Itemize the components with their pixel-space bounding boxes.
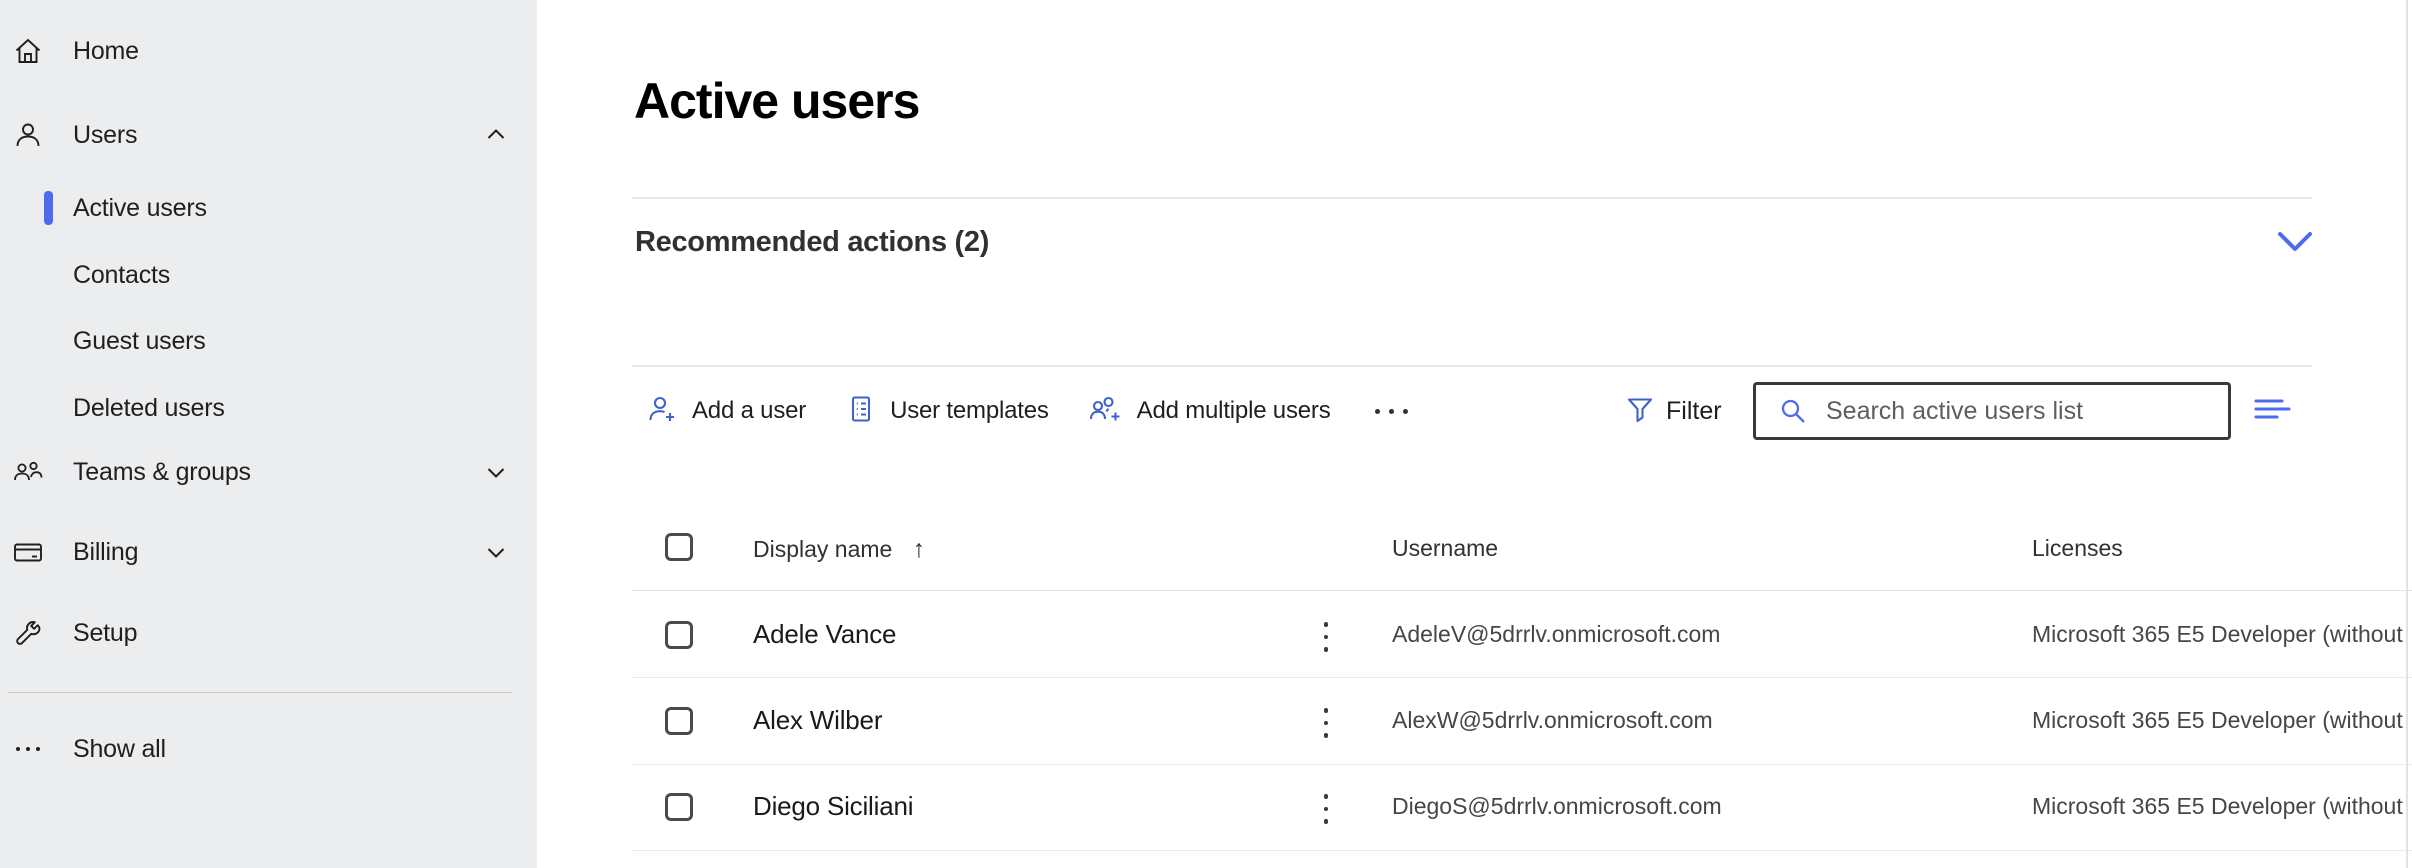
licenses-cell: Microsoft 365 E5 Developer (without (2032, 793, 2412, 820)
user-templates-label: User templates (890, 397, 1049, 425)
row-actions-kebab-icon[interactable] (1316, 794, 1336, 824)
search-icon (1778, 396, 1808, 426)
user-templates-button[interactable]: User templates (846, 394, 1049, 429)
table-header-divider (632, 590, 2412, 591)
row-checkbox[interactable] (665, 793, 693, 821)
section-divider (632, 197, 2312, 199)
sidebar-divider (8, 692, 512, 693)
row-divider (632, 677, 2412, 678)
search-box (1753, 382, 2231, 440)
add-multiple-users-label: Add multiple users (1137, 397, 1331, 425)
chevron-up-icon (483, 122, 509, 148)
filter-button[interactable]: Filter (1626, 382, 1722, 440)
sort-ascending-arrow-icon: ↑ (913, 535, 926, 563)
select-all-checkbox[interactable] (665, 533, 693, 561)
sidebar-item-home[interactable]: Home (0, 23, 537, 79)
column-header-username[interactable]: Username (1392, 535, 1498, 562)
sidebar-item-label: Deleted users (73, 394, 225, 423)
sidebar-item-label: Contacts (73, 261, 170, 290)
ellipsis-icon (11, 732, 45, 766)
section-divider (632, 365, 2312, 367)
row-divider (632, 850, 2412, 851)
sidebar-item-label: Teams & groups (73, 458, 251, 487)
display-name-cell[interactable]: Adele Vance (753, 619, 896, 650)
licenses-cell: Microsoft 365 E5 Developer (without (2032, 707, 2412, 734)
row-checkbox[interactable] (665, 707, 693, 735)
display-name-cell[interactable]: Diego Siciliani (753, 791, 913, 822)
search-input[interactable] (1824, 396, 2188, 427)
sidebar-item-active-users[interactable]: Active users (0, 183, 537, 233)
username-cell: DiegoS@5drrlv.onmicrosoft.com (1392, 793, 1722, 820)
sidebar-item-label: Show all (73, 735, 166, 764)
sidebar-item-guest-users[interactable]: Guest users (0, 316, 537, 366)
wrench-icon (11, 616, 45, 650)
row-divider (632, 764, 2412, 765)
more-actions-ellipsis-icon[interactable] (1371, 409, 1412, 414)
sidebar-item-setup[interactable]: Setup (0, 605, 537, 661)
sidebar-item-label: Users (73, 121, 137, 150)
username-cell: AlexW@5drrlv.onmicrosoft.com (1392, 707, 1713, 734)
chevron-down-icon (483, 539, 509, 565)
sidebar-item-billing[interactable]: Billing (0, 524, 537, 580)
sidebar-item-label: Guest users (73, 327, 206, 356)
command-bar: Add a user User templates Add multiple (648, 382, 1412, 440)
username-cell: AdeleV@5drrlv.onmicrosoft.com (1392, 621, 1720, 648)
add-user-button[interactable]: Add a user (648, 394, 806, 429)
column-header-display-name[interactable]: Display name ↑ (753, 535, 925, 564)
filter-label: Filter (1666, 397, 1722, 426)
sidebar: Home Users Active users Contacts Guest u… (0, 0, 537, 868)
licenses-cell: Microsoft 365 E5 Developer (without (2032, 621, 2412, 648)
template-list-icon (846, 394, 876, 429)
credit-card-icon (11, 535, 45, 569)
filter-funnel-icon (1626, 395, 1654, 428)
chevron-down-icon (483, 459, 509, 485)
people-icon (11, 455, 45, 489)
sidebar-item-label: Billing (73, 538, 138, 567)
home-icon (11, 34, 45, 68)
sidebar-item-show-all[interactable]: Show all (0, 721, 537, 777)
scrollbar-track[interactable] (2406, 0, 2408, 868)
people-add-icon (1089, 394, 1123, 429)
add-multiple-users-button[interactable]: Add multiple users (1089, 394, 1331, 429)
display-name-cell[interactable]: Alex Wilber (753, 705, 882, 736)
add-user-label: Add a user (692, 397, 806, 425)
person-add-icon (648, 394, 678, 429)
sidebar-item-teams-groups[interactable]: Teams & groups (0, 444, 537, 500)
person-icon (11, 118, 45, 152)
sidebar-item-deleted-users[interactable]: Deleted users (0, 383, 537, 433)
sidebar-item-contacts[interactable]: Contacts (0, 250, 537, 300)
sort-lines-icon[interactable] (2254, 394, 2292, 424)
page-title: Active users (634, 72, 919, 130)
row-checkbox[interactable] (665, 621, 693, 649)
sidebar-item-label: Home (73, 37, 139, 66)
recommended-actions-expand-chevron-icon[interactable] (2274, 224, 2316, 260)
m365-admin-active-users-page: Home Users Active users Contacts Guest u… (0, 0, 2412, 868)
column-header-licenses[interactable]: Licenses (2032, 535, 2123, 562)
row-actions-kebab-icon[interactable] (1316, 622, 1336, 652)
row-actions-kebab-icon[interactable] (1316, 708, 1336, 738)
column-header-label: Display name (753, 536, 892, 562)
sidebar-item-users[interactable]: Users (0, 107, 537, 163)
recommended-actions-header[interactable]: Recommended actions (2) (635, 226, 989, 259)
sidebar-item-label: Setup (73, 619, 137, 648)
sidebar-item-label: Active users (73, 194, 207, 223)
